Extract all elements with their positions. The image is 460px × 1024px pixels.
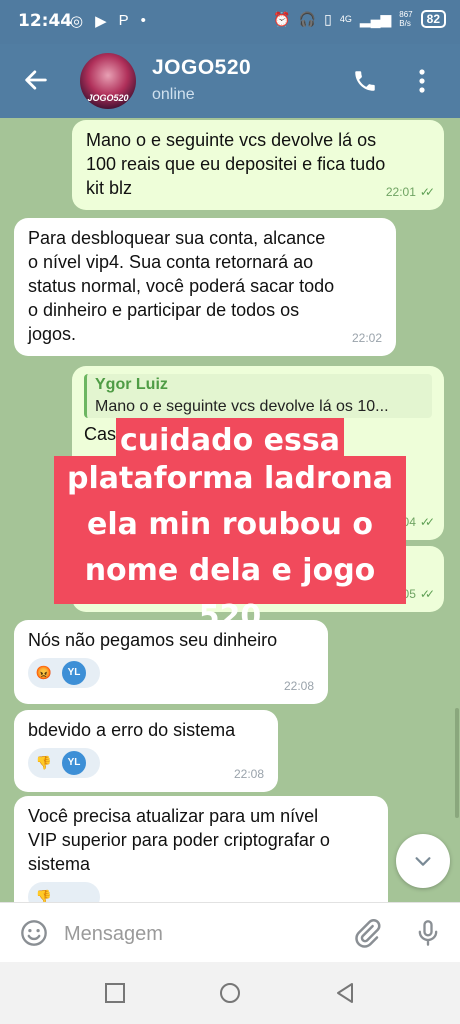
- message-text: Você precisa atualizar para um nível VIP…: [28, 806, 330, 874]
- avatar[interactable]: JOGO520: [80, 53, 136, 109]
- thumbs-down-icon: 👎: [35, 889, 53, 902]
- reaction-chip[interactable]: 👎 YL: [28, 748, 100, 778]
- scroll-down-button[interactable]: [396, 834, 450, 888]
- chat-status: online: [152, 86, 195, 103]
- speed-label: 867 B/s: [399, 10, 413, 28]
- reaction-user-avatar: YL: [60, 749, 88, 777]
- scrollbar[interactable]: [455, 708, 459, 818]
- read-check-icon: ✓✓: [419, 515, 435, 529]
- message-text: Mano o e seguinte vcs devolve lá os 100 …: [86, 130, 386, 198]
- reply-author: Ygor Luiz: [95, 376, 168, 393]
- microphone-icon[interactable]: [414, 917, 442, 949]
- app-icon: P: [118, 12, 129, 29]
- chevron-down-icon: [415, 857, 431, 866]
- chat-header: JOGO520 JOGO520 online: [0, 44, 460, 118]
- message-meta: 22:08: [234, 762, 264, 786]
- message-text: Para desbloquear sua conta, alcance o ní…: [28, 228, 335, 344]
- back-button-icon[interactable]: [334, 982, 356, 1004]
- message-input[interactable]: [62, 913, 336, 955]
- message-composer: [0, 902, 460, 963]
- status-time: 12:44: [18, 11, 73, 31]
- message-bubble[interactable]: Você precisa atualizar para um nível VIP…: [14, 796, 388, 902]
- message-time: 22:08: [233, 767, 264, 781]
- thumbs-down-icon: 👎: [35, 755, 53, 770]
- message-time: 22:08: [283, 679, 314, 693]
- angry-emoji-icon: 😡: [35, 665, 53, 680]
- headset-icon: 🎧: [298, 10, 317, 27]
- message-bubble[interactable]: Mano o e seguinte vcs devolve lá os 100 …: [72, 120, 444, 210]
- paperclip-icon[interactable]: [352, 917, 382, 949]
- notification-icon: ◎: [70, 13, 84, 30]
- recents-button-icon[interactable]: [104, 982, 126, 1004]
- message-bubble[interactable]: bdevido a erro do sistema 👎 YL 22:08: [14, 710, 278, 792]
- emoji-icon[interactable]: [20, 919, 48, 947]
- dot-icon: •: [140, 12, 146, 29]
- status-right-icons: ⏰ 🎧 ▯ 4G ▂▄▆ 867 B/s 82: [273, 10, 446, 28]
- message-bubble[interactable]: Para desbloquear sua conta, alcance o ní…: [14, 218, 396, 356]
- status-bar: 12:44 ◎ ▶ P • ⏰ 🎧 ▯ 4G ▂▄▆ 867 B/s 82: [0, 0, 460, 44]
- alarm-icon: ⏰: [273, 10, 291, 27]
- home-button-icon[interactable]: [219, 982, 241, 1004]
- reaction-user-avatar: YL: [60, 659, 88, 687]
- signal-icon: ▂▄▆: [359, 10, 392, 27]
- more-options-icon[interactable]: [418, 68, 426, 94]
- reply-preview[interactable]: Ygor Luiz Mano o e seguinte vcs devolve …: [84, 374, 432, 418]
- message-meta: 22:08: [284, 674, 314, 698]
- reply-snippet: Mano o e seguinte vcs devolve lá os 10..…: [95, 398, 389, 415]
- phone-icon[interactable]: [352, 68, 378, 94]
- read-check-icon: ✓✓: [419, 185, 435, 199]
- message-time: 22:01: [385, 185, 416, 199]
- message-bubble[interactable]: Nós não pegamos seu dinheiro 😡 YL 22:08: [14, 620, 328, 704]
- reaction-chip[interactable]: 😡 YL: [28, 658, 100, 688]
- reaction-chip[interactable]: 👎: [28, 882, 100, 902]
- avatar-text: JOGO520: [87, 93, 129, 103]
- media-icon: ▶: [95, 13, 107, 30]
- system-nav-bar: [0, 962, 460, 1024]
- read-check-icon: ✓✓: [419, 587, 435, 601]
- message-meta: 22:02: [352, 326, 382, 350]
- battery-indicator: 82: [420, 10, 446, 28]
- message-text: Nós não pegamos seu dinheiro: [28, 630, 278, 650]
- message-meta: 22:01 ✓✓: [385, 180, 435, 204]
- chat-title[interactable]: JOGO520: [152, 56, 251, 80]
- network-label: 4G: [339, 14, 352, 24]
- back-arrow-icon[interactable]: [22, 66, 50, 94]
- message-text: bdevido a erro do sistema: [28, 720, 236, 740]
- vibrate-icon: ▯: [324, 10, 332, 27]
- status-left-icons: ◎ ▶ P •: [70, 12, 146, 30]
- warning-caption-body: plataforma ladrona ela min roubou o nome…: [54, 456, 406, 634]
- message-time: 22:02: [351, 331, 382, 345]
